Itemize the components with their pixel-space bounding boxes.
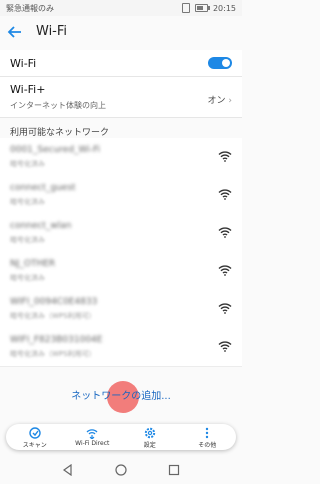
- network-item[interactable]: connect_guest 暗号化済み: [0, 176, 242, 215]
- sim-icon: [181, 3, 190, 13]
- network-name: WIFI_0094C0E4833: [10, 297, 98, 307]
- network-name: NJ_OTHER: [10, 259, 56, 269]
- network-security: 暗号化済み: [10, 236, 45, 244]
- wifi-direct-button[interactable]: Wi-Fi Direct: [64, 424, 122, 450]
- wifi-plus-row[interactable]: Wi-Fi+ インターネット体験の向上 オン ›: [0, 77, 242, 118]
- scan-button[interactable]: スキャン: [6, 424, 64, 450]
- wifi-toggle-row[interactable]: Wi-Fi: [0, 50, 242, 77]
- network-item[interactable]: connect_wlan 暗号化済み: [0, 214, 242, 253]
- battery-icon: [194, 4, 210, 12]
- wifi-signal-icon: [218, 265, 232, 276]
- wifi-signal-icon: [218, 303, 232, 314]
- network-security: 暗号化済み（WPS利用可）: [10, 350, 96, 358]
- nav-home-icon[interactable]: [115, 464, 127, 476]
- wifi-direct-icon: [86, 429, 98, 439]
- status-text: 緊急通報のみ: [6, 4, 54, 13]
- network-item[interactable]: WIFI_F823B031004E 暗号化済み（WPS利用可）: [0, 328, 242, 367]
- wifi-signal-icon: [218, 227, 232, 238]
- network-item[interactable]: NJ_OTHER 暗号化済み: [0, 252, 242, 291]
- wifi-direct-label: Wi-Fi Direct: [75, 440, 110, 447]
- network-security: 暗号化済み: [10, 160, 45, 168]
- app-header: Wi-Fi: [0, 16, 242, 50]
- network-name: WIFI_F823B031004E: [10, 335, 103, 345]
- more-icon: [206, 427, 209, 439]
- back-arrow-icon[interactable]: [7, 24, 25, 42]
- network-security: 暗号化済み: [10, 274, 45, 282]
- scan-label: スキャン: [22, 442, 47, 449]
- status-bar: 緊急通報のみ 20:15: [0, 0, 242, 16]
- more-label: その他: [198, 442, 217, 449]
- scan-icon: [29, 427, 41, 439]
- wifi-label: Wi-Fi: [10, 57, 37, 70]
- add-network-link[interactable]: ネットワークの追加...: [0, 384, 242, 410]
- page-title: Wi-Fi: [36, 24, 68, 39]
- network-security: 暗号化済み: [10, 198, 45, 206]
- networks-section-title: 利用可能なネットワーク: [10, 128, 110, 138]
- wifi-signal-icon: [218, 151, 232, 162]
- network-item[interactable]: WIFI_0094C0E4833 暗号化済み（WPS利用可）: [0, 290, 242, 329]
- wifi-signal-icon: [218, 341, 232, 352]
- settings-label: 設定: [143, 442, 156, 449]
- wifi-plus-label: Wi-Fi+: [10, 83, 46, 96]
- settings-button[interactable]: 設定: [121, 424, 179, 450]
- system-nav-bar: [0, 456, 242, 484]
- network-name: connect_wlan: [10, 221, 72, 231]
- network-name: 0001_Secured_Wi-Fi: [10, 145, 101, 155]
- network-item[interactable]: 0001_Secured_Wi-Fi 暗号化済み: [0, 138, 242, 177]
- nav-recents-icon[interactable]: [168, 464, 180, 476]
- wifi-toggle[interactable]: [208, 57, 232, 69]
- toggle-knob: [222, 59, 230, 67]
- chevron-right-icon: ›: [228, 96, 232, 106]
- wifi-plus-state: オン ›: [207, 96, 233, 106]
- network-name: connect_guest: [10, 183, 76, 193]
- wifi-signal-icon: [218, 189, 232, 200]
- more-button[interactable]: その他: [179, 424, 237, 450]
- clock: 20:15: [212, 3, 236, 13]
- bottom-toolbar: スキャン Wi-Fi Direct 設定 その他: [6, 424, 236, 450]
- battery-level: [196, 6, 204, 10]
- network-security: 暗号化済み（WPS利用可）: [10, 312, 96, 320]
- wifi-plus-subtitle: インターネット体験の向上: [10, 101, 106, 110]
- nav-back-icon[interactable]: [62, 464, 74, 476]
- gear-icon: [144, 427, 155, 439]
